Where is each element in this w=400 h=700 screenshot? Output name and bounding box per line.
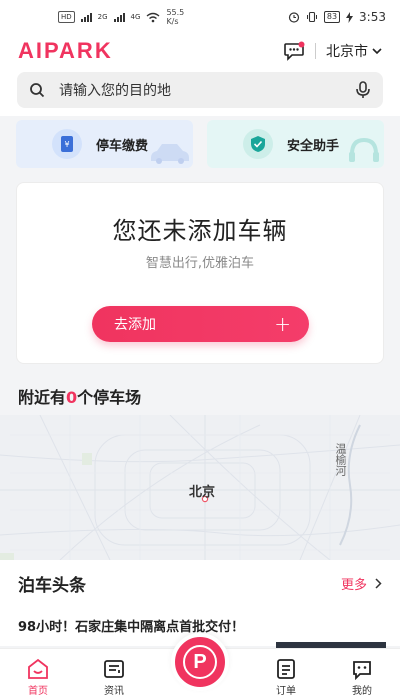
car-decoration-icon [151,144,189,164]
signal-icon-2 [113,12,125,22]
parking-pay-icon: ¥ [52,129,82,159]
nav-parking[interactable]: P [160,633,240,697]
header-divider [315,43,316,59]
speed-value: 55.5 [166,8,185,17]
plus-icon: + [274,312,291,336]
status-right: 83 3:53 [288,10,386,24]
status-left: HD 2G 4G 55.5 K/s [58,8,184,26]
chevron-right-icon [375,577,382,589]
vibrate-icon [306,11,317,23]
speed-unit: K/s [166,17,179,26]
charging-icon [346,11,354,23]
message-icon[interactable] [283,41,305,61]
safety-assistant-label: 安全助手 [287,138,340,154]
search-placeholder: 请输入您的目的地 [59,83,171,99]
parking-payment-button[interactable]: ¥ 停车缴费 [16,120,193,168]
search-icon [30,83,45,98]
nearby-prefix: 附近有 [18,388,67,407]
nav-orders[interactable]: 订单 [256,658,316,697]
city-selector[interactable]: 北京市 [326,41,382,61]
parking-icon: P [183,645,217,679]
chevron-down-icon [372,47,382,54]
shield-check-icon [243,129,273,159]
app-logo: AIPARK [18,38,113,63]
nearby-suffix: 个停车场 [77,388,142,407]
parking-payment-label: 停车缴费 [96,138,149,154]
battery-indicator: 83 [323,11,341,23]
news-icon [104,660,124,678]
home-icon [28,658,48,679]
nav-profile[interactable]: 我的 [332,658,392,697]
status-bar: HD 2G 4G 55.5 K/s 83 3:53 [0,0,400,34]
microphone-icon[interactable] [355,81,371,99]
nav-news[interactable]: 资讯 [84,658,144,697]
city-label: 北京市 [326,44,368,60]
map-city-label: 北京 [189,485,216,500]
search-input[interactable]: 请输入您的目的地 [17,72,383,108]
safety-assistant-button[interactable]: 安全助手 [207,120,384,168]
parking-center-button[interactable]: P [171,633,229,691]
nav-orders-label: 订单 [276,686,296,697]
nearby-parking-heading: 附近有0个停车场 [18,384,141,408]
net-speed: 55.5 K/s [166,8,184,26]
profile-icon [353,661,371,680]
map-river-label: 温榆河 [334,443,347,476]
clock: 3:53 [359,10,386,24]
news-more-link[interactable]: 更多 [341,574,382,593]
add-vehicle-card: 您还未添加车辆 智慧出行,优雅泊车 去添加 + [16,182,384,364]
nav-home[interactable]: 首页 [8,658,68,697]
signal-icon [80,12,92,22]
app-header: AIPARK 北京市 [0,34,400,68]
search-container: 请输入您的目的地 [0,68,400,116]
nav-news-label: 资讯 [104,686,124,697]
network-label-1: 2G [97,13,108,21]
order-icon [277,659,295,679]
alarm-icon [288,12,299,23]
news-section-title: 泊车头条 [18,575,86,596]
network-label-2: 4G [130,13,141,21]
parking-map[interactable]: 北京 温榆河 [0,415,400,560]
hd-badge: HD [58,11,75,23]
add-vehicle-button-label: 去添加 [114,317,156,333]
svg-text:¥: ¥ [64,140,69,149]
header-actions: 北京市 [283,41,382,61]
headset-decoration-icon [349,137,379,162]
wifi-icon [146,12,160,22]
bottom-navigation: 首页 资讯 P 订单 我的 [0,633,400,700]
add-vehicle-button[interactable]: 去添加 + [92,306,309,342]
nav-profile-label: 我的 [352,686,372,697]
quick-actions: ¥ 停车缴费 安全助手 [16,120,384,170]
add-vehicle-subtitle: 智慧出行,优雅泊车 [145,256,255,271]
news-more-label: 更多 [340,577,367,593]
add-vehicle-title: 您还未添加车辆 [112,217,288,245]
nav-home-label: 首页 [28,686,48,697]
nearby-count: 0 [66,388,78,407]
news-header: 泊车头条 更多 [0,560,400,606]
